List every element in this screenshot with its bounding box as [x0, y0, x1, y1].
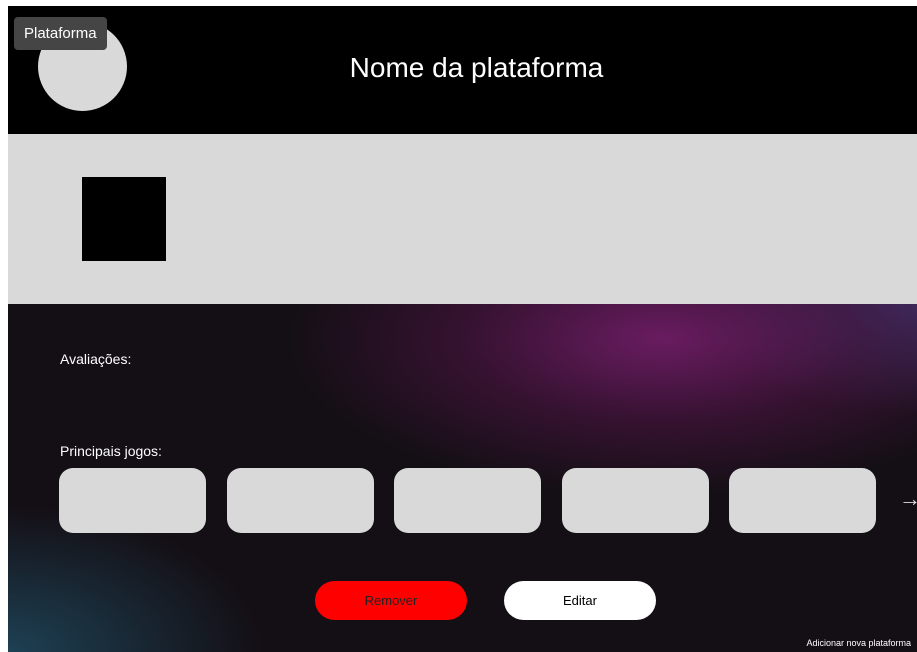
add-platform-link[interactable]: Adicionar nova plataforma [806, 638, 911, 648]
top-games-list: → [59, 468, 917, 533]
platform-details: Avaliações: Principais jogos: → Remover … [8, 304, 917, 652]
frame-label: Plataforma [14, 17, 107, 50]
game-card[interactable] [562, 468, 709, 533]
game-card[interactable] [394, 468, 541, 533]
header: Nome da plataforma [8, 6, 917, 134]
platform-banner [8, 134, 917, 304]
remove-button[interactable]: Remover [315, 581, 467, 620]
platform-logo-placeholder [82, 177, 166, 261]
game-card[interactable] [227, 468, 374, 533]
arrow-right-icon[interactable]: → [899, 486, 917, 512]
platform-page: Nome da plataforma Avaliações: Principai… [8, 6, 917, 652]
top-games-label: Principais jogos: [60, 443, 162, 459]
ratings-label: Avaliações: [60, 351, 132, 367]
platform-name: Nome da plataforma [349, 52, 604, 83]
game-card[interactable] [729, 468, 876, 533]
game-card[interactable] [59, 468, 206, 533]
edit-button[interactable]: Editar [504, 581, 656, 620]
